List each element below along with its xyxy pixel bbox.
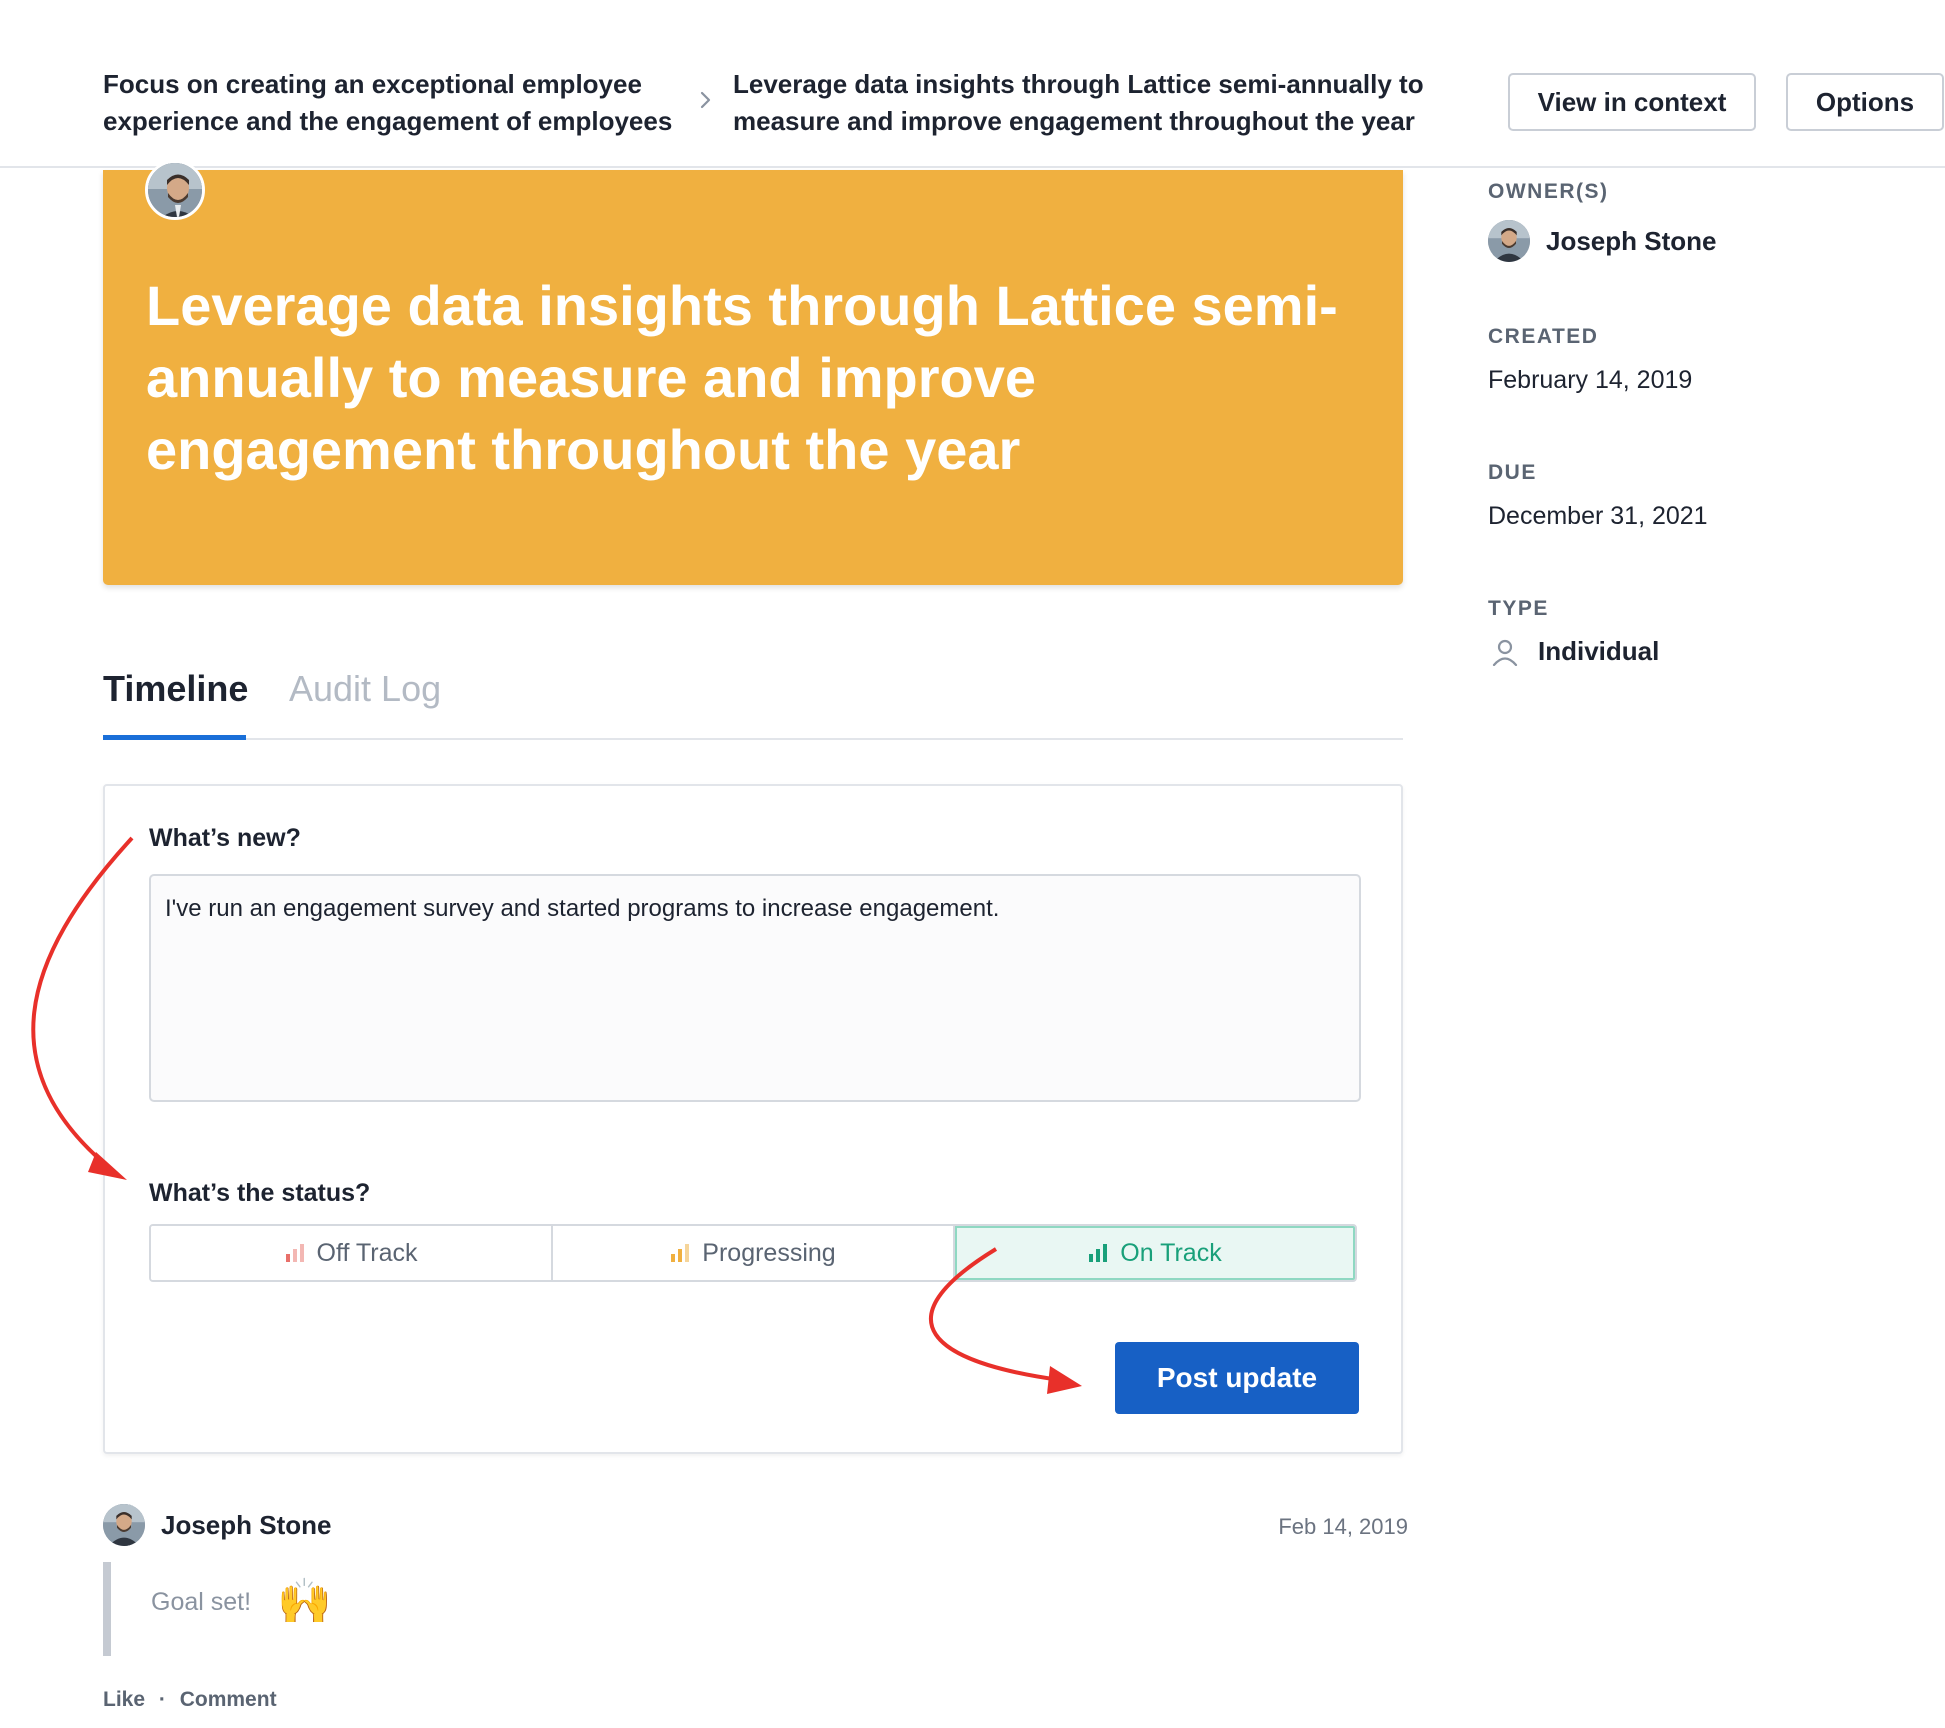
status-option-label: Off Track bbox=[316, 1238, 418, 1267]
chevron-right-icon bbox=[700, 91, 711, 109]
options-button[interactable]: Options bbox=[1786, 73, 1944, 131]
feed-author-name[interactable]: Joseph Stone bbox=[161, 1510, 331, 1541]
breadcrumb-current: Leverage data insights through Lattice s… bbox=[733, 69, 1424, 136]
avatar bbox=[1488, 220, 1530, 262]
status-option-label: Progressing bbox=[702, 1238, 836, 1267]
due-value: December 31, 2021 bbox=[1488, 502, 1708, 530]
active-tab-indicator bbox=[103, 735, 246, 740]
person-icon bbox=[1492, 639, 1518, 666]
comment-link[interactable]: Comment bbox=[180, 1688, 277, 1711]
owners-label: OWNER(S) bbox=[1488, 180, 1609, 203]
type-value: Individual bbox=[1538, 636, 1660, 666]
tab-audit-log[interactable]: Audit Log bbox=[289, 668, 441, 710]
feed-update-body: Goal set! 🙌 bbox=[103, 1562, 703, 1656]
owner-name: Joseph Stone bbox=[1546, 225, 1717, 256]
tab-timeline[interactable]: Timeline bbox=[103, 668, 248, 710]
feed-actions: Like · Comment bbox=[103, 1688, 277, 1712]
page-header: Focus on creating an exceptional employe… bbox=[0, 0, 1945, 168]
action-separator: · bbox=[158, 1688, 166, 1711]
created-value: February 14, 2019 bbox=[1488, 366, 1693, 394]
status-label: What’s the status? bbox=[149, 1179, 371, 1207]
type-entry: Individual bbox=[1492, 636, 1659, 667]
tab-bar: Timeline Audit Log bbox=[103, 660, 1403, 740]
due-label: DUE bbox=[1488, 461, 1537, 484]
owner-entry[interactable]: Joseph Stone bbox=[1488, 220, 1716, 262]
status-on-track-option[interactable]: On Track bbox=[955, 1226, 1355, 1280]
status-bars-icon bbox=[671, 1244, 690, 1262]
feed-date: Feb 14, 2019 bbox=[1278, 1514, 1408, 1539]
feed-update-text: Goal set! bbox=[151, 1588, 252, 1616]
type-label: TYPE bbox=[1488, 597, 1549, 620]
created-label: CREATED bbox=[1488, 325, 1599, 348]
update-form-card: What’s new? I've run an engagement surve… bbox=[103, 784, 1403, 1454]
owner-avatar[interactable] bbox=[145, 160, 205, 220]
feed-author: Joseph Stone bbox=[103, 1504, 331, 1546]
post-update-button[interactable]: Post update bbox=[1115, 1342, 1359, 1414]
status-progressing-option[interactable]: Progressing bbox=[553, 1226, 955, 1280]
goal-detail-page: Focus on creating an exceptional employe… bbox=[0, 0, 1945, 1728]
breadcrumb-parent-link[interactable]: Focus on creating an exceptional employe… bbox=[103, 66, 693, 140]
status-selector: Off Track Progressing On Track bbox=[149, 1224, 1357, 1282]
status-bars-icon bbox=[285, 1244, 304, 1262]
goal-banner: Leverage data insights through Lattice s… bbox=[103, 170, 1403, 585]
whats-new-label: What’s new? bbox=[149, 824, 301, 852]
avatar[interactable] bbox=[103, 1504, 145, 1546]
whats-new-input[interactable]: I've run an engagement survey and starte… bbox=[149, 874, 1361, 1102]
status-off-track-option[interactable]: Off Track bbox=[151, 1226, 553, 1280]
status-option-label: On Track bbox=[1120, 1238, 1222, 1267]
view-in-context-button[interactable]: View in context bbox=[1508, 73, 1756, 131]
like-link[interactable]: Like bbox=[103, 1688, 145, 1711]
status-bars-icon bbox=[1089, 1244, 1108, 1262]
raised-hands-icon: 🙌 bbox=[277, 1577, 332, 1626]
goal-title: Leverage data insights through Lattice s… bbox=[146, 274, 1338, 481]
